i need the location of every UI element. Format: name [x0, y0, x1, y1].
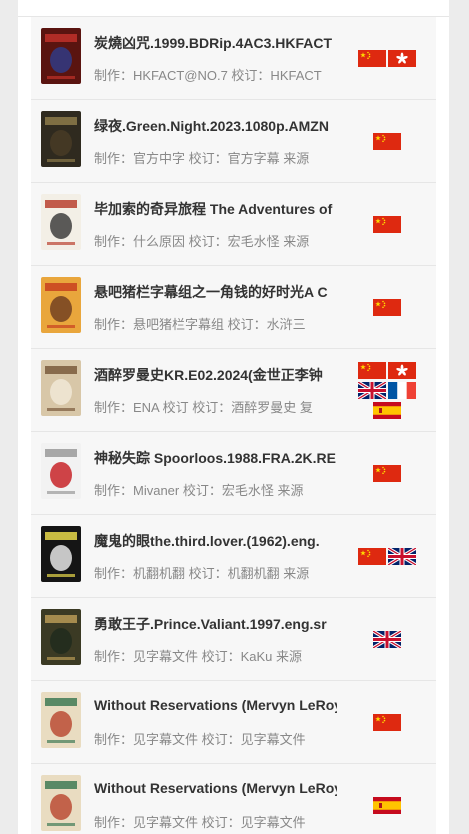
subtitle-list-item[interactable]: Without Reservations (Mervyn LeRoy 制作：见字幕…	[31, 764, 436, 834]
subtitle-list-item[interactable]: 炭燒凶咒.1999.BDRip.4AC3.HKFACT 制作：HKFACT@NO.…	[31, 17, 436, 100]
subtitle-meta-text: 制作：机翻机翻 校订：机翻机翻 来源	[94, 566, 310, 581]
subtitle-meta-text: 制作：见字幕文件 校订：KaKu 来源	[94, 649, 303, 664]
subtitle-title-link[interactable]: 魔鬼的眼the.third.lover.(1962).eng.	[94, 531, 337, 551]
flag-cn-icon	[373, 216, 401, 233]
subtitle-list: 炭燒凶咒.1999.BDRip.4AC3.HKFACT 制作：HKFACT@NO.…	[18, 17, 449, 834]
flag-hk-icon	[388, 50, 416, 67]
subtitle-meta-text: 制作：ENA 校订 校订：酒醉罗曼史 复	[94, 400, 313, 415]
flag-hk-icon	[388, 362, 416, 379]
language-flags	[351, 432, 423, 515]
subtitle-meta-text: 制作：什么原因 校订：宏毛水怪 来源	[94, 234, 310, 249]
subtitle-list-item[interactable]: 毕加索的奇异旅程 The Adventures of 制作：什么原因 校订：宏毛水…	[31, 183, 436, 266]
subtitle-title-link[interactable]: 神秘失踪 Spoorloos.1988.FRA.2K.RE	[94, 448, 337, 468]
poster-thumbnail[interactable]	[41, 775, 81, 831]
flag-gb-icon	[373, 631, 401, 648]
subtitle-meta-text: 制作：官方中字 校订：官方字幕 来源	[94, 151, 310, 166]
poster-thumbnail[interactable]	[41, 194, 81, 250]
flag-cn-icon	[358, 548, 386, 565]
subtitle-title-link[interactable]: 炭燒凶咒.1999.BDRip.4AC3.HKFACT	[94, 33, 337, 53]
flag-cn-icon	[373, 714, 401, 731]
poster-thumbnail[interactable]	[41, 277, 81, 333]
subtitle-list-panel: 炭燒凶咒.1999.BDRip.4AC3.HKFACT 制作：HKFACT@NO.…	[18, 0, 449, 834]
subtitle-title-link[interactable]: 毕加索的奇异旅程 The Adventures of	[94, 199, 337, 219]
subtitle-title-link[interactable]: 酒醉罗曼史KR.E02.2024(金世正李钟	[94, 365, 337, 385]
subtitle-title-link[interactable]: Without Reservations (Mervyn LeRoy	[94, 780, 337, 796]
subtitle-meta-text: 制作：悬吧猪栏字幕组 校订：水浒三	[94, 317, 306, 332]
subtitle-list-item[interactable]: 酒醉罗曼史KR.E02.2024(金世正李钟制作：ENA 校订 校订：酒醉罗曼史…	[31, 349, 436, 432]
poster-thumbnail[interactable]	[41, 609, 81, 665]
flag-cn-icon	[358, 50, 386, 67]
flag-cn-icon	[373, 465, 401, 482]
flag-gb-icon	[358, 382, 386, 399]
language-flags	[351, 764, 423, 834]
language-flags	[351, 515, 423, 598]
language-flags	[351, 598, 423, 681]
language-flags	[351, 266, 423, 349]
language-flags	[351, 17, 423, 100]
flag-cn-icon	[373, 299, 401, 316]
flag-es-icon	[373, 797, 401, 814]
language-flags	[351, 183, 423, 266]
flag-cn-icon	[373, 133, 401, 150]
subtitle-title-link[interactable]: 勇敢王子.Prince.Valiant.1997.eng.sr	[94, 614, 337, 634]
subtitle-meta-text: 制作：HKFACT@NO.7 校订：HKFACT	[94, 68, 322, 83]
list-top-spacer	[18, 0, 449, 17]
subtitle-title-link[interactable]: 绿夜.Green.Night.2023.1080p.AMZN	[94, 116, 337, 136]
subtitle-list-item[interactable]: 悬吧猪栏字幕组之一角钱的好时光A C 制作：悬吧猪栏字幕组 校订：水浒三	[31, 266, 436, 349]
poster-thumbnail[interactable]	[41, 443, 81, 499]
subtitle-meta-text: 制作：Mivaner 校订：宏毛水怪 来源	[94, 483, 304, 498]
subtitle-list-item[interactable]: 绿夜.Green.Night.2023.1080p.AMZN 制作：官方中字 校订…	[31, 100, 436, 183]
language-flags	[351, 100, 423, 183]
subtitle-list-item[interactable]: 神秘失踪 Spoorloos.1988.FRA.2K.RE 制作：Mivaner …	[31, 432, 436, 515]
flag-cn-icon	[358, 362, 386, 379]
poster-thumbnail[interactable]	[41, 692, 81, 748]
flag-es-icon	[373, 402, 401, 419]
poster-thumbnail[interactable]	[41, 526, 81, 582]
language-flags	[351, 681, 423, 764]
subtitle-title-link[interactable]: Without Reservations (Mervyn LeRoy	[94, 697, 337, 713]
flag-fr-icon	[388, 382, 416, 399]
subtitle-list-item[interactable]: 魔鬼的眼the.third.lover.(1962).eng. 制作：机翻机翻 校…	[31, 515, 436, 598]
subtitle-list-item[interactable]: 勇敢王子.Prince.Valiant.1997.eng.sr 制作：见字幕文件 …	[31, 598, 436, 681]
language-flags	[351, 349, 423, 432]
subtitle-list-item[interactable]: Without Reservations (Mervyn LeRoy 制作：见字幕…	[31, 681, 436, 764]
subtitle-title-link[interactable]: 悬吧猪栏字幕组之一角钱的好时光A C	[94, 282, 337, 302]
poster-thumbnail[interactable]	[41, 28, 81, 84]
poster-thumbnail[interactable]	[41, 360, 81, 416]
flag-gb-icon	[388, 548, 416, 565]
poster-thumbnail[interactable]	[41, 111, 81, 167]
subtitle-meta-text: 制作：见字幕文件 校订：见字幕文件	[94, 815, 306, 830]
subtitle-meta-text: 制作：见字幕文件 校订：见字幕文件	[94, 732, 306, 747]
